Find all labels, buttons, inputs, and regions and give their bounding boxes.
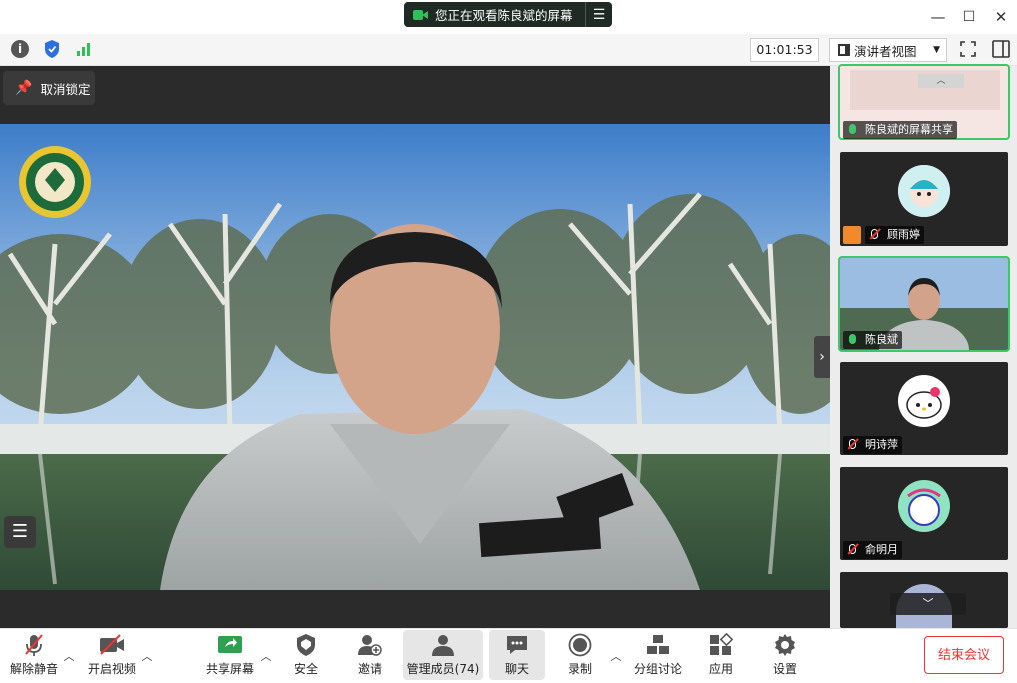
menu-icon[interactable]: ☰ <box>586 7 612 23</box>
chevron-down-icon: ▼ <box>933 45 940 55</box>
shield-icon <box>284 632 328 658</box>
pin-icon: 📌 <box>15 80 33 96</box>
end-meeting-button[interactable]: 结束会议 <box>924 636 1004 674</box>
chat-icon <box>489 632 545 658</box>
mic-on-icon <box>849 124 856 134</box>
participant-name-tag: 陈良斌的屏幕共享 <box>843 121 957 139</box>
view-mode-dropdown[interactable]: 演讲者视图 ▼ <box>829 38 947 62</box>
video-off-icon <box>84 632 140 658</box>
close-icon[interactable]: ✕ <box>990 6 1012 28</box>
chevron-right-icon: › <box>819 349 825 365</box>
speaker-view-icon <box>838 44 850 56</box>
record-button[interactable]: 录制 <box>560 630 600 680</box>
chat-button[interactable]: 聊天 <box>489 630 545 680</box>
participant-name-tag: 俞明月 <box>843 541 902 559</box>
share-status-text: 您正在观看陈良斌的屏幕 <box>435 8 573 23</box>
participant-name-tag: 顾雨婷 <box>865 226 924 244</box>
fullscreen-icon[interactable] <box>960 41 976 57</box>
info-icon[interactable]: i <box>11 40 29 58</box>
mic-muted-icon <box>849 544 856 554</box>
gear-icon <box>764 632 806 658</box>
apps-icon <box>700 632 742 658</box>
members-icon <box>403 632 483 658</box>
breakout-rooms-button[interactable]: 分组讨论 <box>630 630 686 680</box>
chevron-up-icon[interactable]: ︿ <box>918 74 964 88</box>
participant-name-tag: 陈良斌 <box>843 331 902 349</box>
chevron-up-icon[interactable]: ︿ <box>141 648 153 664</box>
chevron-up-icon[interactable]: ︿ <box>260 648 272 664</box>
list-icon[interactable]: ☰ <box>4 516 36 548</box>
avatar <box>898 375 950 427</box>
settings-button[interactable]: 设置 <box>764 630 806 680</box>
side-panel-toggle-icon[interactable] <box>992 40 1010 58</box>
host-badge-icon <box>843 226 861 244</box>
chevron-down-icon: ﹀ <box>922 597 934 610</box>
security-button[interactable]: 安全 <box>284 630 328 680</box>
signal-strength-icon[interactable] <box>76 41 94 57</box>
participant-name-tag: 明诗萍 <box>843 436 902 454</box>
mic-on-icon <box>849 334 856 344</box>
maximize-icon[interactable]: ☐ <box>958 6 980 28</box>
avatar <box>898 165 950 217</box>
breakout-icon <box>630 632 686 658</box>
chevron-up-icon[interactable]: ︿ <box>63 648 75 664</box>
avatar <box>898 480 950 532</box>
start-video-button[interactable]: 开启视频 <box>84 630 140 680</box>
mic-muted-icon <box>6 632 62 658</box>
screen-share-banner[interactable]: 您正在观看陈良斌的屏幕 ☰ <box>404 2 612 27</box>
unpin-label: 取消锁定 <box>40 81 91 97</box>
minimize-icon[interactable]: — <box>927 6 949 28</box>
collapse-panel-button[interactable]: › <box>814 336 830 378</box>
manage-members-button[interactable]: 管理成员(74) <box>403 630 483 680</box>
share-screen-icon <box>202 632 258 658</box>
share-screen-button[interactable]: 共享屏幕 <box>202 630 258 680</box>
security-shield-icon[interactable] <box>44 39 60 59</box>
presenter-video[interactable] <box>0 124 830 590</box>
apps-button[interactable]: 应用 <box>700 630 742 680</box>
mic-muted-icon <box>849 439 856 449</box>
mic-muted-icon <box>871 229 878 239</box>
meeting-timer: 01:01:53 <box>750 38 819 62</box>
record-icon <box>560 632 600 658</box>
screen-share-icon <box>413 9 429 21</box>
add-user-icon <box>348 632 392 658</box>
view-mode-label: 演讲者视图 <box>854 43 917 59</box>
scroll-down-button[interactable]: ﹀ <box>890 593 966 615</box>
unpin-button[interactable]: 📌 取消锁定 <box>3 71 95 105</box>
unmute-button[interactable]: 解除静音 <box>6 630 62 680</box>
invite-button[interactable]: 邀请 <box>348 630 392 680</box>
chevron-up-icon[interactable]: ︿ <box>610 648 622 664</box>
